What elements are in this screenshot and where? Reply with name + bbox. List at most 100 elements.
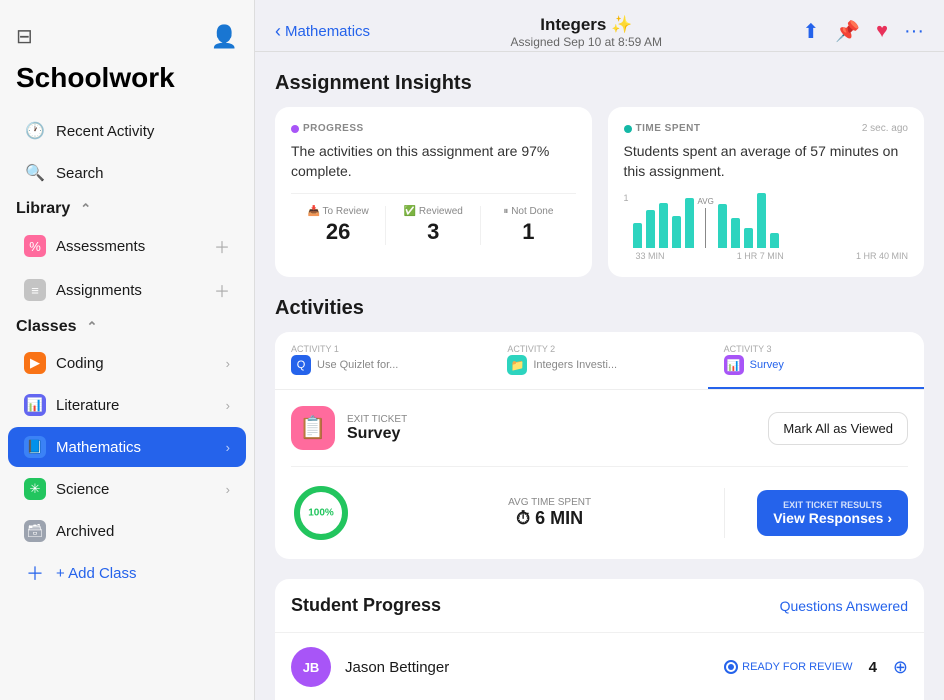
activities-card: ACTIVITY 1 Q Use Quizlet for... ACTIVITY… xyxy=(275,332,924,559)
tab-row: 📁 Integers Investi... xyxy=(507,355,691,375)
insights-section: Assignment Insights PROGRESS The activit… xyxy=(275,72,924,277)
chevron-right-icon: › xyxy=(226,398,230,413)
time-badge-text: TIME SPENT xyxy=(636,123,701,134)
app-title: Schoolwork xyxy=(0,54,254,110)
add-assessment-icon[interactable]: ＋ xyxy=(214,234,230,258)
mark-viewed-button[interactable]: Mark All as Viewed xyxy=(768,412,908,445)
science-icon: ✳ xyxy=(24,478,46,500)
activity-tab-1[interactable]: ACTIVITY 1 Q Use Quizlet for... xyxy=(275,332,491,389)
library-section-header[interactable]: Library ⌃ xyxy=(0,194,254,224)
pin-icon[interactable]: 📌 xyxy=(835,19,860,44)
more-options-icon[interactable]: ⊕ xyxy=(893,657,908,678)
archived-icon: 🗃 xyxy=(24,520,46,542)
tab-label: Survey xyxy=(750,359,784,371)
student-row: JB Jason Bettinger READY FOR REVIEW 4 ⊕ xyxy=(275,633,924,700)
view-responses-wrap: EXIT TICKET RESULTS View Responses › xyxy=(741,490,908,536)
student-progress-section: Student Progress Questions Answered JB J… xyxy=(275,579,924,700)
insights-title: Assignment Insights xyxy=(275,72,924,95)
progress-text: The activities on this assignment are 97… xyxy=(291,142,576,181)
sidebar-item-assignments[interactable]: ≡ Assignments ＋ xyxy=(8,269,246,311)
tab-row: Q Use Quizlet for... xyxy=(291,355,475,375)
stat-to-review-value: 26 xyxy=(299,219,377,245)
activity-num: ACTIVITY 3 xyxy=(724,344,908,354)
bar xyxy=(744,228,753,248)
topbar-center: Integers ✨ Assigned Sep 10 at 8:59 AM xyxy=(382,15,790,49)
bar xyxy=(646,210,655,248)
activity-tab-3[interactable]: ACTIVITY 3 📊 Survey xyxy=(708,332,924,389)
heart-icon[interactable]: ♥ xyxy=(876,20,888,43)
sidebar-item-recent-activity[interactable]: 🕐 Recent Activity xyxy=(8,111,246,151)
chart-container: 1 AVG xyxy=(624,193,909,261)
stat-not-done-value: 1 xyxy=(489,219,567,245)
status-badge: READY FOR REVIEW xyxy=(724,660,852,674)
bar xyxy=(718,204,727,248)
bar-chart: 1 AVG xyxy=(624,193,909,248)
chevron-right-icon: › xyxy=(226,356,230,371)
sidebar-item-assessments[interactable]: % Assessments ＋ xyxy=(8,225,246,267)
avg-label: AVG xyxy=(698,197,714,206)
time-text: Students spent an average of 57 minutes … xyxy=(624,142,909,181)
content-area: Assignment Insights PROGRESS The activit… xyxy=(255,52,944,700)
tab-row: 📊 Survey xyxy=(724,355,908,375)
profile-icon[interactable]: 👤 xyxy=(211,24,238,50)
more-icon[interactable]: ··· xyxy=(904,20,924,43)
chart-label-2: 1 HR 7 MIN xyxy=(737,251,784,261)
stat-to-review: 📥 To Review 26 xyxy=(291,206,386,245)
sidebar-item-science[interactable]: ✳ Science › xyxy=(8,469,246,509)
literature-icon: 📊 xyxy=(24,394,46,416)
exit-ticket-label: EXIT TICKET xyxy=(347,414,407,425)
back-label: Mathematics xyxy=(285,23,370,40)
sidebar-item-label: Science xyxy=(56,481,216,498)
chevron-right-icon: › xyxy=(226,482,230,497)
topbar-icons: ⬆ 📌 ♥ ··· xyxy=(802,19,924,44)
student-name: Jason Bettinger xyxy=(345,659,710,676)
sidebar: ⊟ 👤 Schoolwork 🕐 Recent Activity 🔍 Searc… xyxy=(0,0,255,700)
add-class-icon: ＋ xyxy=(24,562,46,584)
insights-cards: PROGRESS The activities on this assignme… xyxy=(275,107,924,277)
bar xyxy=(757,193,766,248)
exit-ticket-name: Survey xyxy=(347,425,407,443)
time-ago: 2 sec. ago xyxy=(862,123,908,134)
responses-btn-top-label: EXIT TICKET RESULTS xyxy=(773,500,892,510)
stats-row: 100% AVG TIME SPENT ⏱ 6 MIN EXIT TICKET … xyxy=(291,466,908,543)
questions-answered-label: Questions Answered xyxy=(780,598,908,614)
sidebar-item-label: Search xyxy=(56,165,230,182)
time-badge: TIME SPENT xyxy=(624,123,701,134)
sidebar-toggle-icon[interactable]: ⊟ xyxy=(16,24,33,50)
sidebar-top-icons: ⊟ 👤 xyxy=(0,16,254,54)
activity-tab-2[interactable]: ACTIVITY 2 📁 Integers Investi... xyxy=(491,332,707,389)
stat-reviewed-label: ✅ Reviewed xyxy=(394,206,472,217)
sidebar-item-mathematics[interactable]: 📘 Mathematics › xyxy=(8,427,246,467)
sidebar-item-coding[interactable]: ▶ Coding › xyxy=(8,343,246,383)
progress-badge: PROGRESS xyxy=(291,123,576,134)
sidebar-item-label: Assignments xyxy=(56,282,204,299)
responses-btn-label: View Responses › xyxy=(773,510,892,526)
vertical-divider xyxy=(724,488,725,538)
exit-ticket-row: 📋 EXIT TICKET Survey Mark All as Viewed xyxy=(291,406,908,450)
tab-label: Integers Investi... xyxy=(533,359,617,371)
add-assignment-icon[interactable]: ＋ xyxy=(214,278,230,302)
sidebar-item-label: Coding xyxy=(56,355,216,372)
inbox-icon: 📥 xyxy=(307,206,322,217)
back-button[interactable]: ‹ Mathematics xyxy=(275,21,370,42)
chart-labels: 33 MIN 1 HR 7 MIN 1 HR 40 MIN xyxy=(624,251,909,261)
view-responses-button[interactable]: EXIT TICKET RESULTS View Responses › xyxy=(757,490,908,536)
progress-card: PROGRESS The activities on this assignme… xyxy=(275,107,592,277)
activities-section: Activities ACTIVITY 1 Q Use Quizlet for.… xyxy=(275,297,924,559)
activity-num: ACTIVITY 1 xyxy=(291,344,475,354)
bar xyxy=(731,218,740,248)
exit-ticket-text: EXIT TICKET Survey xyxy=(347,414,407,443)
activity-body: 📋 EXIT TICKET Survey Mark All as Viewed xyxy=(275,390,924,559)
share-icon[interactable]: ⬆ xyxy=(802,19,819,44)
teal-dot xyxy=(624,125,632,133)
sidebar-item-archived[interactable]: 🗃 Archived xyxy=(8,511,246,551)
progress-title: Student Progress xyxy=(291,595,441,616)
classes-section-header[interactable]: Classes ⌃ xyxy=(0,312,254,342)
y-axis-label: 1 xyxy=(624,193,629,203)
chart-label-1: 33 MIN xyxy=(636,251,665,261)
topbar: ‹ Mathematics Integers ✨ Assigned Sep 10… xyxy=(255,0,944,52)
sidebar-item-literature[interactable]: 📊 Literature › xyxy=(8,385,246,425)
bar xyxy=(685,198,694,248)
sidebar-item-add-class[interactable]: ＋ + Add Class xyxy=(8,553,246,593)
sidebar-item-search[interactable]: 🔍 Search xyxy=(8,153,246,193)
